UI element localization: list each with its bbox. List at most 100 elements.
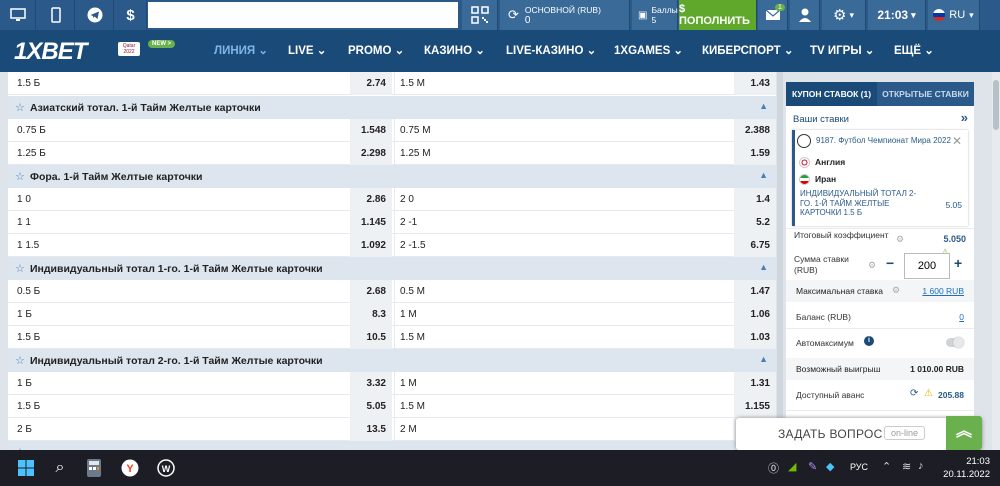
close-icon[interactable]: ✕ (952, 134, 962, 148)
system-clock[interactable]: 21:03 20.11.2022 (943, 455, 990, 481)
nav-live-casino[interactable]: LIVE-КАЗИНО ⌄ (506, 30, 596, 72)
nav-live[interactable]: LIVE ⌄ (288, 30, 326, 72)
search-icon[interactable]: ⌕ (46, 454, 74, 482)
expand-chat-button[interactable]: ︽ (946, 416, 982, 450)
odd-button[interactable]: 13.5 (350, 418, 392, 441)
gear-icon[interactable]: ⚙ (892, 285, 900, 296)
nav-more[interactable]: ЕЩЁ ⌄ (894, 30, 934, 72)
odd-button[interactable]: 1.145 (350, 211, 392, 234)
mobile-icon[interactable] (37, 0, 75, 30)
info-icon[interactable]: i (864, 336, 874, 346)
odd-button[interactable]: 1.31 (734, 372, 776, 395)
market-header[interactable]: ☆ Индивидуальный тотал 2-го. 1-й Тайм Же… (8, 349, 776, 372)
market-header[interactable]: ☆ Азиатский тотал. 1-й Тайм Желтые карто… (8, 96, 776, 119)
stake-label: Сумма ставки (RUB) (794, 254, 849, 275)
outcome-label: 1 М (400, 378, 417, 389)
account-selector[interactable]: ⟳ ОСНОВНОЙ (RUB) 0 (500, 0, 630, 30)
stake-increase-button[interactable]: + (954, 255, 962, 271)
odd-button[interactable]: 2.74 (350, 72, 392, 95)
odd-button[interactable]: 1.03 (734, 326, 776, 349)
app-w-icon[interactable]: W (152, 454, 180, 482)
content-scrollbar[interactable] (777, 72, 783, 450)
max-stake-link[interactable]: 1 600 RUB (922, 286, 964, 296)
balance-link[interactable]: 0 (959, 312, 964, 322)
qr-code-icon[interactable] (462, 0, 498, 30)
tab-open-bets[interactable]: ОТКРЫТЫЕ СТАВКИ (877, 82, 974, 106)
feather-icon[interactable]: ✎ (808, 460, 817, 473)
bet-event[interactable]: 9187. Футбол Чемпионат Мира 2022 (816, 136, 956, 145)
double-chevron-right-icon[interactable]: » (961, 110, 968, 125)
market-header[interactable]: ☆ Индивидуальный тотал 1-го. 1-й Тайм Же… (8, 257, 776, 280)
input-language[interactable]: РУС (850, 462, 868, 472)
gear-icon[interactable]: ⚙ (896, 234, 904, 245)
clock-button[interactable]: 21:03 ▾ (868, 0, 926, 30)
refresh-icon[interactable]: ⟳ (508, 7, 519, 23)
market-header[interactable]: ☆ (8, 441, 776, 450)
odd-button[interactable]: 1.092 (350, 234, 392, 257)
automax-toggle[interactable] (946, 337, 964, 348)
nav-tv-games[interactable]: TV ИГРЫ ⌄ (810, 30, 874, 72)
odd-button[interactable]: 1.4 (734, 188, 776, 211)
chevron-up-icon[interactable]: ▲ (759, 354, 768, 364)
odd-button[interactable]: 1.59 (734, 142, 776, 165)
odd-button[interactable]: 10.5 (350, 326, 392, 349)
odd-button[interactable]: 1.06 (734, 303, 776, 326)
tab-bet-slip[interactable]: КУПОН СТАВОК (1) (786, 82, 877, 106)
speaker-icon[interactable]: ♪ (918, 460, 924, 472)
nvidia-icon[interactable]: ◢ (788, 460, 796, 473)
odd-button[interactable]: 1.43 (734, 72, 776, 95)
star-icon[interactable]: ☆ (15, 170, 25, 183)
wifi-icon[interactable]: ≋ (902, 460, 911, 473)
star-icon[interactable]: ☆ (15, 101, 25, 114)
star-icon[interactable]: ☆ (15, 354, 25, 367)
chevron-up-icon[interactable]: ▲ (759, 101, 768, 111)
yandex-browser-icon[interactable]: Y (116, 454, 144, 482)
odd-button[interactable]: 1.155 (734, 395, 776, 418)
nav-casino[interactable]: КАЗИНО ⌄ (424, 30, 485, 72)
deposit-button[interactable]: $ ПОПОЛНИТЬ (679, 0, 757, 30)
search-input[interactable] (148, 2, 458, 28)
odd-button[interactable]: 1.548 (350, 119, 392, 142)
odd-button[interactable]: 8.3 (350, 303, 392, 326)
nav-line[interactable]: ЛИНИЯ ⌄ (214, 30, 268, 72)
odd-button[interactable]: 2.68 (350, 280, 392, 303)
stake-decrease-button[interactable]: − (886, 255, 894, 271)
nav-1xgames[interactable]: 1XGAMES ⌄ (614, 30, 683, 72)
new-badge[interactable]: NEW > (148, 40, 176, 48)
odd-button[interactable]: 2.86 (350, 188, 392, 211)
star-icon[interactable]: ☆ (15, 262, 25, 275)
shield-tray-icon[interactable]: ◆ (826, 460, 834, 473)
chevron-up-icon[interactable]: ▲ (759, 170, 768, 180)
account-label: ОСНОВНОЙ (RUB) (524, 4, 601, 15)
nav-esports[interactable]: КИБЕРСПОРТ ⌄ (702, 30, 794, 72)
market-header[interactable]: ☆ Фора. 1-й Тайм Желтые карточки ▲ (8, 165, 776, 188)
dollar-icon[interactable]: $ (115, 0, 147, 30)
market-row: 1 Б 8.3 1 М 1.06 (8, 303, 776, 326)
stake-input[interactable] (904, 253, 950, 279)
windows-start-icon[interactable] (12, 454, 40, 482)
odd-button[interactable]: 5.05 (350, 395, 392, 418)
nav-promo[interactable]: PROMO ⌄ (348, 30, 404, 72)
user-button[interactable] (790, 0, 820, 30)
logo[interactable]: 1XBET (14, 38, 87, 66)
odd-button[interactable]: 1.47 (734, 280, 776, 303)
language-selector[interactable]: RU ▾ (928, 0, 980, 30)
refresh-icon[interactable]: ⟳ (910, 388, 918, 399)
messages-button[interactable]: 1 (758, 0, 788, 30)
desktop-icon[interactable] (0, 0, 36, 30)
odd-button[interactable]: 5.2 (734, 211, 776, 234)
bonus-points[interactable]: ▣ Баллы 5 (632, 0, 678, 30)
odd-button[interactable]: 3.32 (350, 372, 392, 395)
calculator-icon[interactable] (80, 454, 108, 482)
ask-question-widget[interactable]: ЗАДАТЬ ВОПРОС on-line ︽ (736, 416, 982, 450)
odd-button[interactable]: 6.75 (734, 234, 776, 257)
chevron-up-icon[interactable]: ▲ (759, 262, 768, 272)
gear-icon[interactable]: ⚙ (868, 260, 876, 271)
app-tray-icon[interactable]: ⓪ (768, 460, 779, 476)
chevron-up-icon[interactable]: ⌃ (882, 460, 891, 473)
odd-button[interactable]: 2.388 (734, 119, 776, 142)
odd-button[interactable]: 2.298 (350, 142, 392, 165)
settings-button[interactable]: ⚙ ▾ (822, 0, 866, 30)
page-scrollbar-thumb[interactable] (993, 80, 999, 130)
telegram-icon[interactable] (76, 0, 114, 30)
